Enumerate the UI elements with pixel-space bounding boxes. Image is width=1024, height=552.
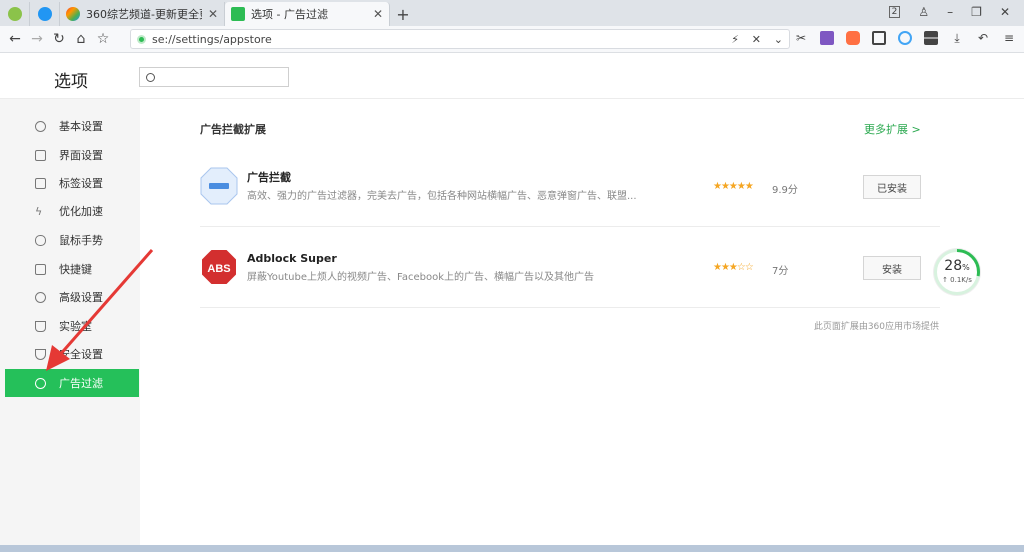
page-title: 选项 — [54, 72, 88, 92]
reader-icon[interactable] — [872, 31, 886, 45]
tab-count-badge[interactable]: 2 — [888, 6, 901, 18]
restore-button[interactable]: ❐ — [971, 5, 982, 19]
download-icon[interactable]: ⤓ — [950, 31, 964, 45]
extension-row: ABS Adblock Super 屏蔽Youtube上烦人的视频广告、Face… — [200, 228, 940, 308]
sidebar-item-label: 广告过滤 — [59, 377, 103, 390]
abs-icon-text: ABS — [207, 263, 230, 275]
skin-icon[interactable]: ♙ — [918, 5, 929, 19]
extension-name: Adblock Super — [247, 252, 337, 265]
user-avatar-icon — [7, 7, 22, 21]
abs-extension-icon: ABS — [200, 248, 238, 286]
tab-user[interactable] — [0, 2, 30, 26]
extension-name: 广告拦截 — [247, 171, 291, 184]
window-icon — [35, 149, 46, 161]
chevron-down-icon[interactable]: ⌄ — [774, 33, 783, 46]
close-icon[interactable]: ✕ — [373, 7, 383, 21]
download-progress-widget[interactable]: 28% ↑ 0.1K/s — [934, 249, 980, 295]
minimize-button[interactable]: – — [947, 5, 953, 19]
tab-bar: 360综艺频道-更新更全更受欢 ✕ 选项 - 广告过滤 ✕ + — [0, 0, 1024, 26]
bookmark-star-button[interactable]: ☆ — [92, 31, 114, 47]
menu-icon[interactable]: ≡ — [1002, 31, 1016, 45]
installed-button[interactable]: 已安装 — [863, 175, 921, 199]
extension-description: 屏蔽Youtube上烦人的视频广告、Facebook上的广告、横幅广告以及其他广… — [247, 272, 594, 283]
url-text: se://settings/appstore — [152, 32, 272, 46]
address-toolbar: ← → ↻ ⌂ ☆ se://settings/appstore ⚡ ✕ ⌄ ✂… — [0, 26, 1024, 53]
tab-settings[interactable]: 选项 - 广告过滤 ✕ — [225, 2, 390, 26]
settings-circle-icon — [35, 120, 46, 132]
mouse-icon — [35, 234, 46, 246]
download-speed: ↑ 0.1K/s — [942, 276, 972, 284]
site-favicon-icon — [66, 7, 80, 21]
tab-title: 选项 - 广告过滤 — [251, 8, 328, 21]
credit-text: 此页面扩展由360应用市场提供 — [813, 322, 939, 332]
close-icon[interactable]: ✕ — [208, 7, 218, 21]
rating-stars: ★★★☆☆ — [713, 262, 754, 273]
sidebar-item-label: 优化加速 — [59, 205, 103, 218]
rating-score: 9.9分 — [772, 185, 798, 196]
telegram-icon — [37, 7, 52, 21]
lightning-icon: ϟ — [35, 204, 43, 218]
extension-purple-icon[interactable] — [820, 31, 834, 45]
new-tab-button[interactable]: + — [390, 2, 416, 26]
sidebar-item-basic[interactable]: 基本设置 — [5, 112, 139, 140]
extension-toolbar: ✂ ⤓ ↶ ≡ — [794, 31, 1016, 45]
sidebar-item-tabs[interactable]: 标签设置 — [5, 169, 139, 197]
close-window-button[interactable]: ✕ — [1000, 5, 1010, 19]
settings-header: 选项 — [0, 53, 1024, 99]
tab-pinned[interactable] — [30, 2, 60, 26]
lightning-icon[interactable]: ⚡ — [731, 33, 739, 46]
taskbar — [0, 545, 1024, 552]
main-content: 广告拦截扩展 更多扩展 > 广告拦截 高效、强力的广告过滤器，完美去广告，包括各… — [140, 99, 1024, 552]
apps-grid-icon[interactable] — [924, 31, 938, 45]
block-icon — [35, 377, 46, 389]
tab-variety[interactable]: 360综艺频道-更新更全更受欢 ✕ — [60, 2, 225, 26]
search-input[interactable] — [139, 67, 289, 87]
tab-title: 360综艺频道-更新更全更受欢 — [86, 8, 202, 21]
sidebar-item-label: 界面设置 — [59, 149, 103, 162]
window-controls: 2 ♙ – ❐ ✕ — [888, 0, 1024, 24]
more-extensions-link[interactable]: 更多扩展 > — [864, 121, 921, 137]
extension-row: 广告拦截 高效、强力的广告过滤器，完美去广告，包括各种网站横幅广告、恶意弹窗广告… — [200, 147, 940, 227]
rating-stars: ★★★★★ — [713, 181, 754, 192]
extension-description: 高效、强力的广告过滤器，完美去广告，包括各种网站横幅广告、恶意弹窗广告、联盟..… — [247, 191, 637, 202]
rating-score: 7分 — [772, 266, 789, 277]
forward-button[interactable]: → — [26, 31, 48, 47]
secure-site-icon — [137, 34, 146, 44]
back-button[interactable]: ← — [4, 31, 26, 47]
game-icon[interactable] — [846, 31, 860, 45]
sidebar-item-label: 基本设置 — [59, 120, 103, 133]
sidebar-item-optimize[interactable]: ϟ 优化加速 — [5, 197, 139, 225]
sidebar-item-label: 标签设置 — [59, 177, 103, 190]
reload-button[interactable]: ↻ — [48, 31, 70, 47]
address-input[interactable]: se://settings/appstore ⚡ ✕ ⌄ — [130, 29, 790, 49]
search-icon — [146, 72, 155, 82]
close-icon[interactable]: ✕ — [752, 33, 761, 46]
settings-favicon-icon — [231, 7, 245, 21]
tab-icon — [35, 177, 46, 189]
progress-percent: 28 — [944, 258, 963, 274]
scissors-icon[interactable]: ✂ — [794, 31, 808, 45]
undo-icon[interactable]: ↶ — [976, 31, 990, 45]
block-icon[interactable] — [898, 31, 912, 45]
section-title: 广告拦截扩展 — [200, 123, 266, 136]
progress-unit: % — [962, 263, 970, 272]
sidebar-item-interface[interactable]: 界面设置 — [5, 141, 139, 169]
home-button[interactable]: ⌂ — [70, 31, 92, 47]
adblock-extension-icon — [200, 167, 238, 205]
install-button[interactable]: 安装 — [863, 256, 921, 280]
